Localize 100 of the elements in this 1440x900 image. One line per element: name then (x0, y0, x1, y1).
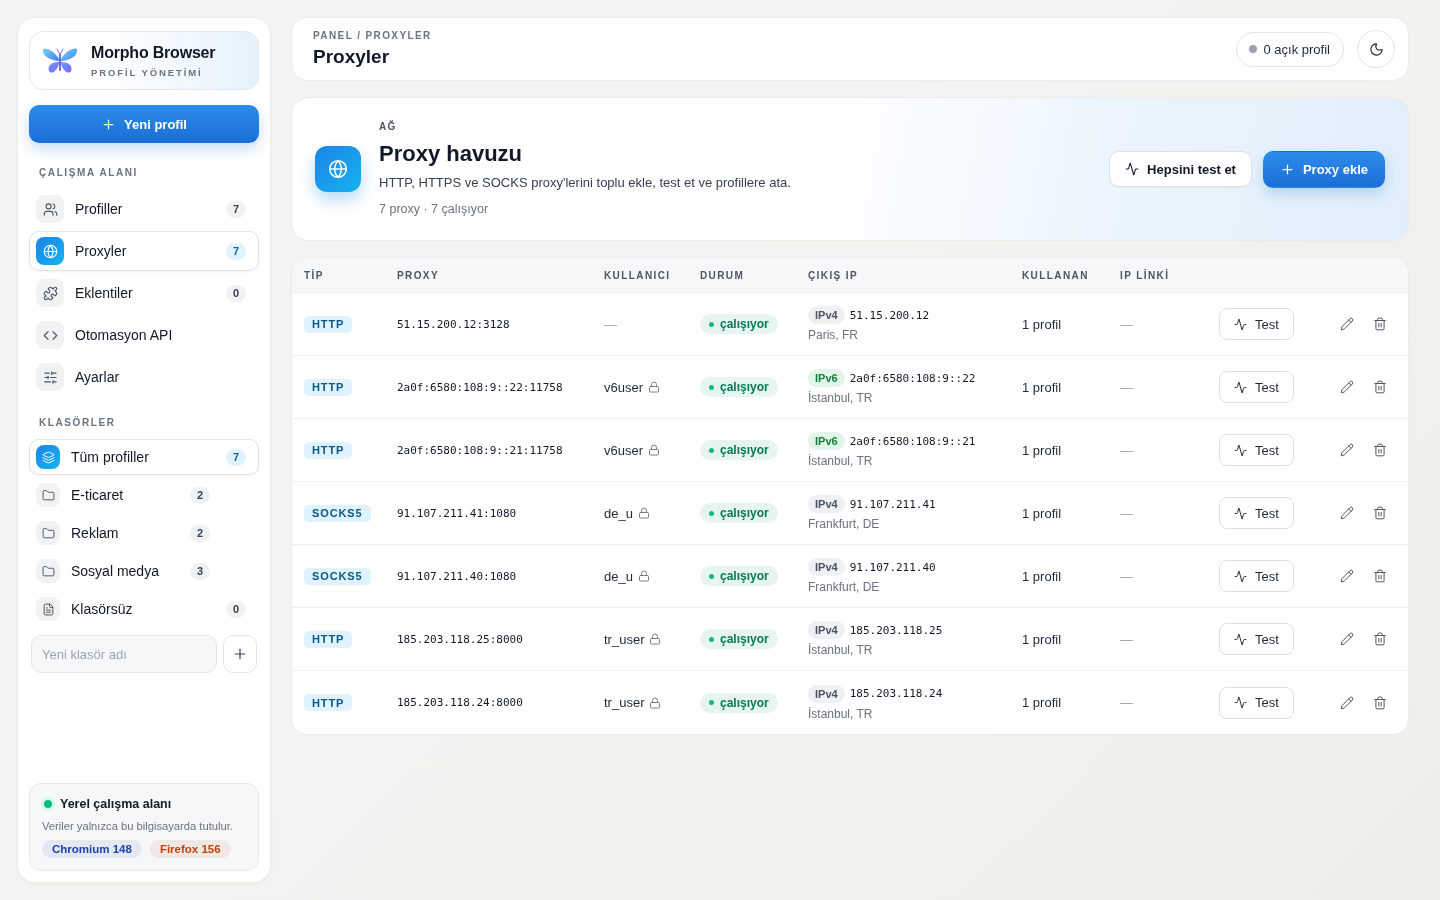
pool-stats: 7 proxy · 7 çalışıyor (379, 200, 490, 218)
usage-count: 1 profil (1022, 631, 1062, 647)
usage-count: 1 profil (1022, 316, 1062, 332)
proxy-address: 2a0f:6580:108:9::21:11758 (397, 443, 563, 457)
pool-description: HTTP, HTTPS ve SOCKS proxy'lerini toplu ekle, test et ve profillere ata. (379, 173, 791, 192)
count-badge: 0 (226, 600, 246, 618)
column-header: ÇIKIŞ IP (808, 269, 859, 281)
status-dot-icon (709, 447, 714, 453)
folder-item[interactable]: Sosyal medya 3 (29, 553, 259, 589)
exit-location: Frankfurt, DE (808, 580, 881, 594)
status-dot-icon (709, 700, 714, 705)
proxy-address: 51.15.200.12:3128 (397, 317, 510, 331)
pencil-icon (1340, 380, 1354, 394)
globe-icon (315, 146, 361, 192)
users-icon (36, 195, 64, 223)
status-dot-icon (44, 800, 52, 808)
nav-item[interactable]: Eklentiler 0 (29, 273, 259, 313)
exit-location: Frankfurt, DE (808, 517, 881, 531)
empty-dash: — (1120, 568, 1133, 584)
pulse-icon (1234, 632, 1247, 646)
usage-count: 1 profil (1022, 505, 1062, 521)
nav-item[interactable]: Otomasyon API (29, 315, 259, 355)
trash-icon (1373, 569, 1387, 583)
usage-count: 1 profil (1022, 695, 1062, 710)
status-pill: çalışıyor (700, 629, 778, 649)
exit-location: İstanbul, TR (808, 454, 874, 468)
empty-dash: — (1120, 505, 1133, 521)
workspace-title: Yerel çalışma alanı (60, 797, 172, 811)
proxy-type-badge: HTTP (304, 694, 353, 711)
exit-location: İstanbul, TR (808, 643, 874, 657)
proxy-type-badge: HTTP (304, 630, 353, 648)
test-button[interactable]: Test (1219, 560, 1294, 592)
column-header: IP LİNKİ (1120, 269, 1170, 281)
exit-ip-address: 185.203.118.25 (849, 623, 943, 637)
proxy-address: 185.203.118.24:8000 (397, 696, 523, 709)
test-button[interactable]: Test (1219, 308, 1294, 340)
file-icon (36, 597, 60, 621)
plus-icon (232, 646, 248, 662)
proxy-type-badge: HTTP (304, 315, 353, 333)
sliders-icon (36, 363, 64, 391)
add-proxy-button[interactable]: Proxy ekle (1262, 150, 1385, 188)
folder-icon (36, 559, 60, 583)
test-button[interactable]: Test (1219, 497, 1294, 529)
pulse-icon (1125, 162, 1140, 176)
folder-item[interactable]: Tüm profiller 7 (29, 439, 259, 475)
pulse-icon (1234, 569, 1247, 583)
column-header: TİP (304, 269, 324, 281)
username: tr_user (604, 695, 645, 710)
butterfly-logo-icon (42, 45, 78, 76)
workspace-description: Veriler yalnızca bu bilgisayarda tutulur. (42, 820, 234, 832)
add-folder-button[interactable] (223, 635, 257, 673)
test-button[interactable]: Test (1219, 371, 1294, 403)
test-all-button[interactable]: Hepsini test et (1109, 151, 1252, 187)
count-badge: 2 (190, 524, 210, 542)
folder-item[interactable]: Reklam 2 (29, 515, 259, 551)
proxy-type-badge: HTTP (304, 441, 353, 459)
ip-version-badge: IPv4 (808, 558, 845, 576)
status-pill: çalışıyor (700, 566, 778, 586)
folder-item[interactable]: Klasörsüz 0 (29, 591, 259, 627)
username: v6user (604, 379, 644, 395)
count-badge: 7 (226, 200, 246, 218)
breadcrumb: PANEL / PROXYLER (313, 30, 432, 41)
count-badge: 2 (190, 486, 210, 504)
pulse-icon (1234, 443, 1247, 457)
pencil-icon (1340, 569, 1354, 583)
globe-icon (36, 237, 64, 265)
pulse-icon (1234, 317, 1247, 331)
status-dot-icon (709, 384, 714, 390)
moon-icon (1368, 41, 1384, 57)
trash-icon (1373, 506, 1387, 520)
status-dot-icon (709, 636, 714, 642)
status-pill: çalışıyor (700, 377, 778, 397)
test-button[interactable]: Test (1219, 623, 1294, 655)
username: de_u (604, 505, 633, 521)
ip-version-badge: IPv6 (808, 432, 845, 450)
ip-version-badge: IPv4 (808, 621, 845, 639)
new-profile-button[interactable]: Yeni profil (29, 105, 259, 143)
page-title: Proxyler (313, 46, 391, 68)
pencil-icon (1340, 695, 1354, 710)
section-heading: ÇALIŞMA ALANI (38, 167, 139, 178)
nav-item[interactable]: Proxyler 7 (29, 231, 259, 271)
test-button[interactable]: Test (1219, 434, 1294, 466)
puzzle-icon (36, 279, 64, 307)
folder-name-field[interactable]: Yeni klasör adı (31, 635, 217, 673)
theme-toggle-button[interactable] (1357, 30, 1395, 68)
status-pill: çalışıyor (700, 692, 778, 713)
test-button[interactable]: Test (1219, 686, 1294, 719)
nav-item[interactable]: Profiller 7 (29, 189, 259, 229)
status-pill: çalışıyor (700, 440, 778, 460)
trash-icon (1373, 695, 1387, 710)
folder-item[interactable]: E-ticaret 2 (29, 477, 259, 513)
brand-name: Morpho Browser (91, 43, 216, 62)
pool-title: Proxy havuzu (379, 139, 524, 168)
pulse-icon (1234, 506, 1247, 520)
pulse-icon (1234, 696, 1247, 709)
nav-item[interactable]: Ayarlar (29, 357, 259, 397)
pulse-icon (1234, 380, 1247, 394)
status-dot-icon (709, 510, 714, 516)
exit-location: İstanbul, TR (808, 706, 874, 721)
folder-icon (36, 521, 60, 545)
